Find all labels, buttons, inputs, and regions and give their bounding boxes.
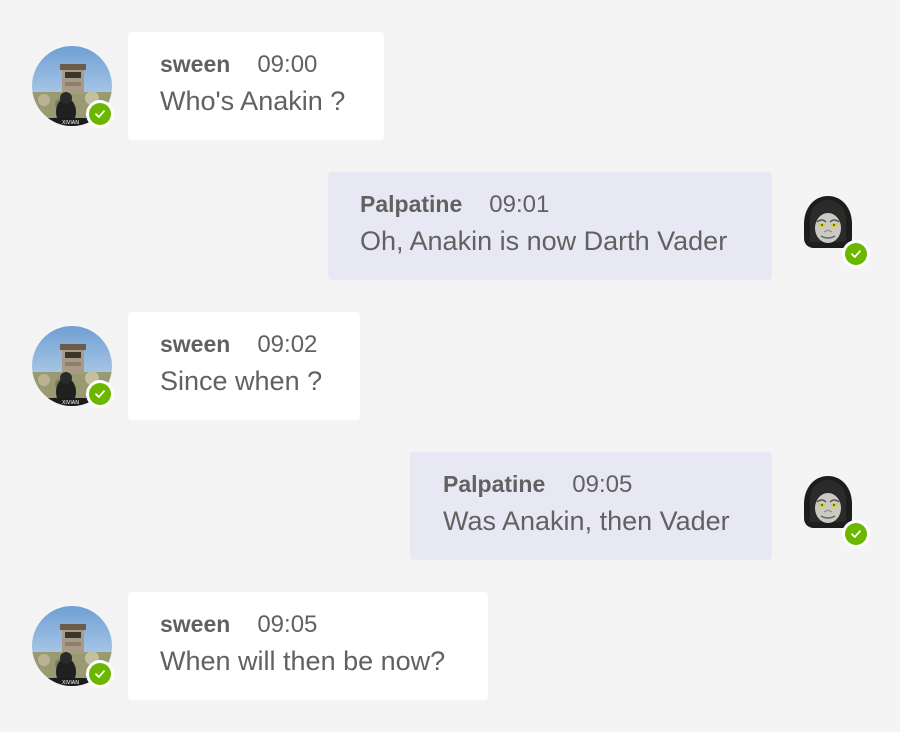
message-text: When will then be now?	[160, 646, 446, 676]
checkmark-icon	[851, 250, 861, 258]
status-indicator	[86, 100, 114, 128]
message-header: sween 09:05	[160, 608, 456, 640]
message-bubble[interactable]: sween 09:00 Who's Anakin ?	[128, 32, 384, 140]
message-text: Since when ?	[160, 366, 323, 396]
chat-thread: XIVIAN sween 09:00 Who's Anakin ? Palpat…	[0, 0, 900, 732]
message-row: XIVIAN sween 09:00 Who's Anakin ?	[0, 32, 900, 140]
available-status-icon	[89, 383, 111, 405]
avatar[interactable]	[788, 186, 870, 268]
message-author: Palpatine	[360, 191, 463, 217]
message-text: Was Anakin, then Vader	[443, 506, 730, 536]
status-indicator	[86, 380, 114, 408]
message-header: sween 09:02	[160, 328, 328, 360]
message-timestamp: 09:05	[257, 611, 318, 638]
message-text: Who's Anakin ?	[160, 86, 346, 116]
available-status-icon	[89, 103, 111, 125]
message-author: sween	[160, 611, 231, 637]
status-indicator	[842, 240, 870, 268]
available-status-icon	[845, 243, 867, 265]
message-row: Palpatine 09:05 Was Anakin, then Vader	[0, 452, 900, 560]
message-timestamp: 09:02	[257, 331, 318, 358]
message-author: sween	[160, 51, 231, 77]
message-row: XIVIAN sween 09:02 Since when ?	[0, 312, 900, 420]
message-bubble[interactable]: sween 09:02 Since when ?	[128, 312, 360, 420]
message-header: Palpatine 09:01	[360, 188, 740, 220]
checkmark-icon	[95, 390, 105, 398]
message-row: Palpatine 09:01 Oh, Anakin is now Darth …	[0, 172, 900, 280]
svg-text:XIVIAN: XIVIAN	[62, 680, 79, 686]
message-row: XIVIAN sween 09:05 When will then be now…	[0, 592, 900, 700]
checkmark-icon	[851, 530, 861, 538]
message-timestamp: 09:05	[572, 471, 633, 498]
message-header: Palpatine 09:05	[443, 468, 740, 500]
svg-text:XIVIAN: XIVIAN	[62, 120, 79, 126]
message-timestamp: 09:00	[257, 51, 318, 78]
avatar[interactable]: XIVIAN	[32, 46, 114, 128]
available-status-icon	[89, 663, 111, 685]
svg-text:XIVIAN: XIVIAN	[62, 400, 79, 406]
message-author: Palpatine	[443, 471, 546, 497]
message-text: Oh, Anakin is now Darth Vader	[360, 226, 728, 256]
status-indicator	[86, 660, 114, 688]
checkmark-icon	[95, 110, 105, 118]
avatar[interactable]: XIVIAN	[32, 326, 114, 408]
checkmark-icon	[95, 670, 105, 678]
available-status-icon	[845, 523, 867, 545]
avatar[interactable]: XIVIAN	[32, 606, 114, 688]
message-bubble[interactable]: Palpatine 09:05 Was Anakin, then Vader	[410, 452, 772, 560]
message-bubble[interactable]: Palpatine 09:01 Oh, Anakin is now Darth …	[328, 172, 772, 280]
status-indicator	[842, 520, 870, 548]
message-timestamp: 09:01	[489, 191, 550, 218]
message-bubble[interactable]: sween 09:05 When will then be now?	[128, 592, 488, 700]
message-author: sween	[160, 331, 231, 357]
message-header: sween 09:00	[160, 48, 352, 80]
avatar[interactable]	[788, 466, 870, 548]
